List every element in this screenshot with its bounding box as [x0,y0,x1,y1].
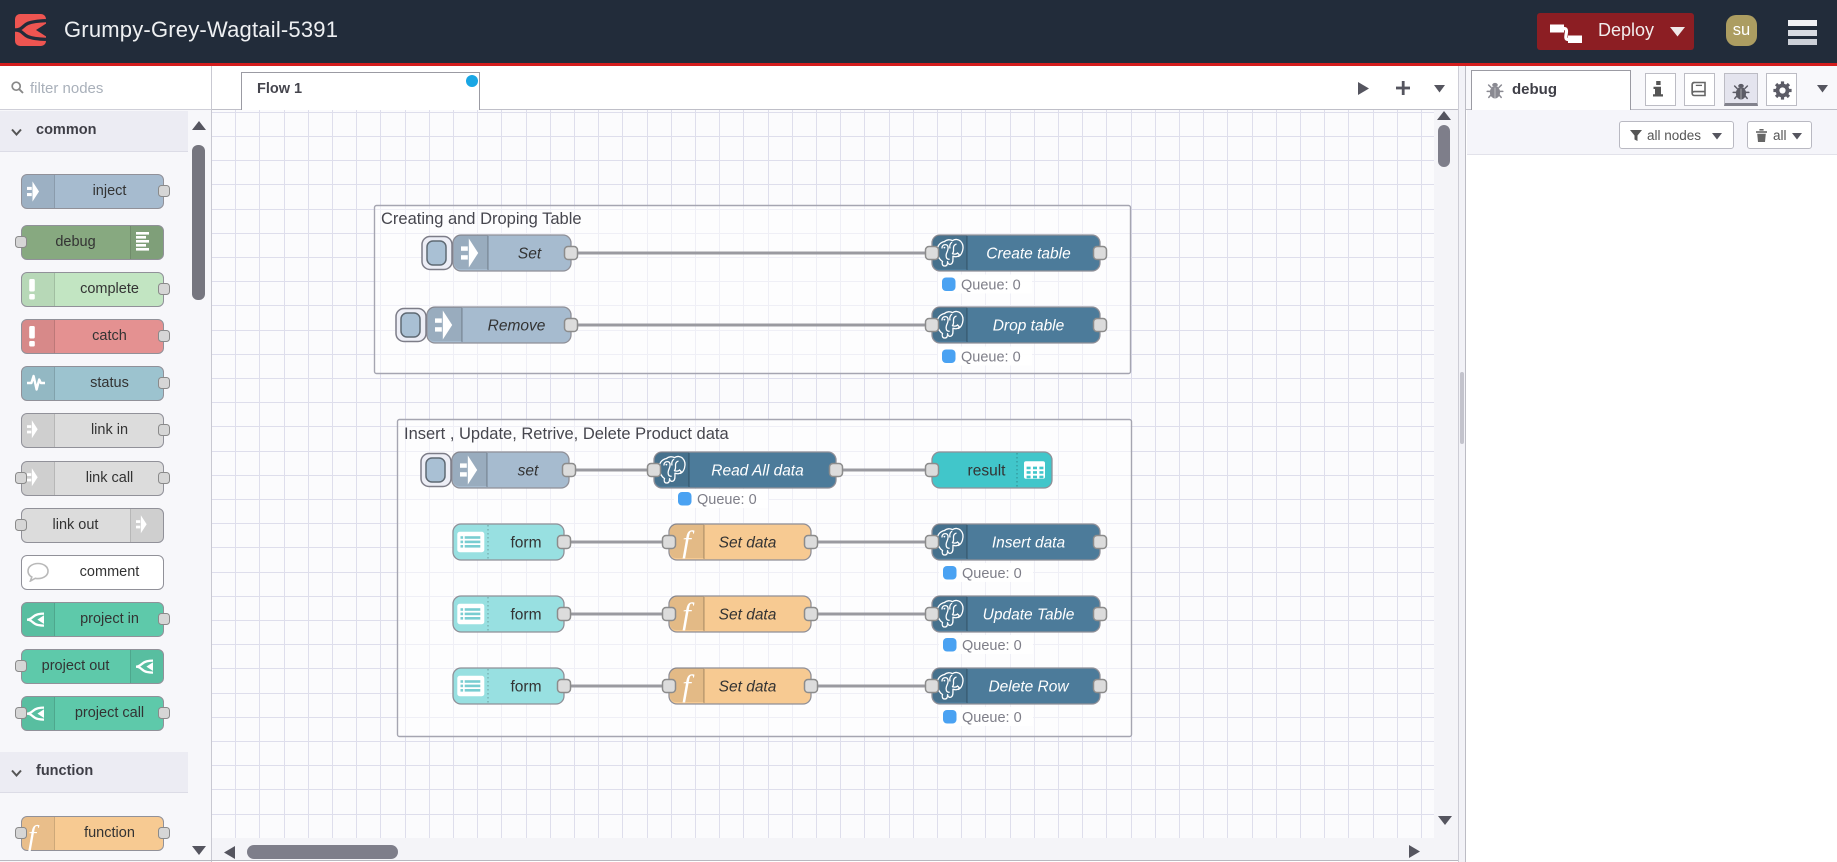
svg-text:Set data: Set data [719,607,777,624]
svg-text:Insert data: Insert data [992,535,1066,552]
svg-text:Queue: 0: Queue: 0 [697,492,757,508]
svg-text:Delete Row: Delete Row [988,679,1070,696]
svg-text:Queue: 0: Queue: 0 [961,350,1021,366]
svg-text:Queue: 0: Queue: 0 [962,638,1022,654]
svg-text:Read All data: Read All data [711,463,804,480]
svg-text:Creating and Droping Table: Creating and Droping Table [381,210,582,228]
svg-text:f: f [28,820,40,852]
svg-text:Queue: 0: Queue: 0 [961,278,1021,294]
svg-text:Queue: 0: Queue: 0 [962,566,1022,582]
svg-text:result: result [968,463,1007,480]
svg-text:Set data: Set data [719,535,777,552]
svg-text:Create table: Create table [986,246,1071,263]
svg-text:Queue: 0: Queue: 0 [962,710,1022,726]
svg-text:Update Table: Update Table [983,607,1075,624]
svg-text:set: set [518,463,539,480]
svg-text:form: form [511,607,542,624]
svg-text:Remove: Remove [488,318,546,335]
svg-text:form: form [511,679,542,696]
svg-text:Set: Set [518,246,542,263]
svg-text:form: form [511,535,542,552]
svg-text:Drop table: Drop table [993,318,1065,335]
svg-text:Insert , Update, Retrive, Dele: Insert , Update, Retrive, Delete Product… [404,425,729,443]
svg-text:Set data: Set data [719,679,777,696]
